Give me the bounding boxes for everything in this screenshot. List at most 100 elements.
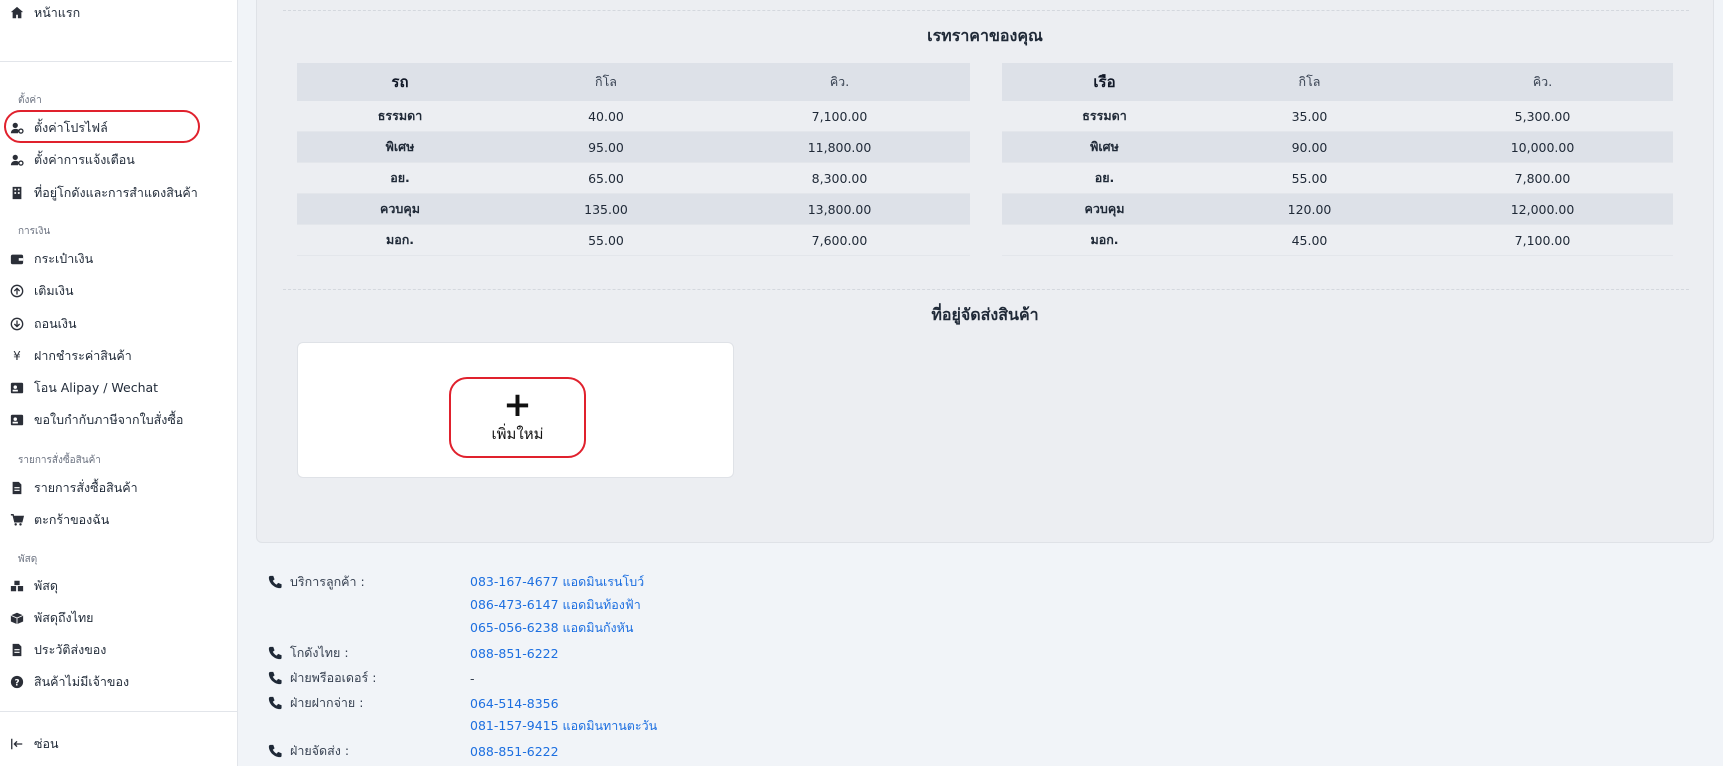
divider [0, 711, 238, 712]
table-header-row: รถ กิโล คิว. [297, 63, 970, 101]
sidebar-item-topup[interactable]: เติมเงิน [8, 278, 74, 304]
document-icon [8, 479, 26, 497]
table-header: เรือ [1002, 63, 1207, 101]
table-header: รถ [297, 63, 503, 101]
table-cell: 55.00 [503, 224, 709, 256]
table-cell: 13,800.00 [709, 193, 970, 225]
table-row: ธรรมดา 35.00 5,300.00 [1002, 101, 1673, 132]
sidebar-hide-button[interactable]: ซ่อน [8, 731, 59, 757]
table-row: อย. 65.00 8,300.00 [297, 162, 970, 194]
document-icon [8, 641, 26, 659]
table-header: กิโล [1207, 63, 1412, 101]
table-cell: 65.00 [503, 162, 709, 194]
divider [283, 10, 1689, 11]
sidebar-item-tax[interactable]: ขอใบกำกับภาษีจากใบสั่งซื้อ [8, 407, 183, 433]
table-cell: พิเศษ [1002, 131, 1207, 163]
main-card: เรทราคาของคุณ รถ กิโล คิว. ธรรมดา 40.00 7,… [256, 0, 1714, 543]
sidebar-item-cart[interactable]: ตะกร้าของฉัน [8, 507, 109, 533]
sidebar-item-label: หน้าแรก [34, 5, 81, 20]
sidebar-item-profile[interactable]: ตั้งค่าโปรไฟล์ [8, 115, 108, 141]
contact-warehouse-label: โกดังไทย : [268, 642, 349, 664]
table-cell: 7,600.00 [709, 224, 970, 256]
phone-link[interactable]: 064-514-8356 [470, 692, 559, 714]
sidebar-item-label: สินค้าไม่มีเจ้าของ [34, 674, 130, 689]
svg-text:?: ? [14, 679, 19, 689]
sidebar-item-wallet[interactable]: กระเป๋าเงิน [8, 246, 93, 272]
table-cell: 8,300.00 [709, 162, 970, 194]
phone-link[interactable]: 065-056-6238 แอดมินกังหัน [470, 617, 633, 639]
section-settings: ตั้งค่า [18, 95, 42, 106]
phone-link[interactable]: 088-851-6222 [470, 642, 559, 664]
table-cell: 120.00 [1207, 193, 1412, 225]
sidebar-item-parcel[interactable]: พัสดุ [8, 573, 58, 599]
sidebar-item-history[interactable]: ประวัติส่งของ [8, 637, 106, 663]
sidebar-item-label: ตะกร้าของฉัน [34, 512, 110, 527]
sidebar-item-label: พัสดุ [34, 578, 58, 593]
table-cell: ธรรมดา [297, 101, 503, 132]
sidebar: หน้าแรก ตั้งค่า ตั้งค่าโปรไฟล์ ตั้งค่ากา… [0, 0, 238, 766]
table-cell: มอก. [297, 224, 503, 256]
phone-link[interactable]: 081-157-9415 แอดมินทานตะวัน [470, 715, 657, 737]
table-cell: มอก. [1002, 224, 1207, 256]
arrow-down-circle-icon [8, 315, 26, 333]
question-circle-icon: ? [8, 673, 26, 691]
table-cell: 7,100.00 [709, 101, 970, 132]
sidebar-item-notifications[interactable]: ตั้งค่าการแจ้งเตือน [8, 147, 135, 173]
building-icon [8, 184, 26, 202]
sidebar-item-label: ตั้งค่าโปรไฟล์ [34, 120, 108, 135]
arrow-up-circle-icon [8, 282, 26, 300]
sidebar-item-ownerless[interactable]: ? สินค้าไม่มีเจ้าของ [8, 669, 129, 695]
table-row: ธรรมดา 40.00 7,100.00 [297, 101, 970, 132]
add-address-button[interactable]: + เพิ่มใหม่ [449, 377, 586, 458]
sidebar-item-label: ถอนเงิน [34, 316, 77, 331]
divider [0, 61, 232, 62]
table-cell: 5,300.00 [1412, 101, 1673, 132]
sidebar-item-alipay[interactable]: โอน Alipay / Wechat [8, 375, 158, 401]
add-address-label: เพิ่มใหม่ [491, 424, 544, 443]
table-header: คิว. [709, 63, 970, 101]
phone-icon [268, 696, 282, 710]
rates-title: เรทราคาของคุณ [927, 26, 1043, 45]
phone-link[interactable]: 083-167-4677 แอดมินเรนโบว์ [470, 571, 644, 593]
boxes-icon [8, 577, 26, 595]
sidebar-item-label: ตั้งค่าการแจ้งเตือน [34, 152, 135, 167]
plus-icon: + [503, 384, 532, 425]
table-row: อย. 55.00 7,800.00 [1002, 162, 1673, 194]
table-cell: พิเศษ [297, 131, 503, 163]
sidebar-item-withdraw[interactable]: ถอนเงิน [8, 311, 77, 337]
table-cell: 40.00 [503, 101, 709, 132]
table-cell: ควบคุม [1002, 193, 1207, 225]
section-parcels: พัสดุ [18, 554, 38, 565]
table-row: ควบคุม 120.00 12,000.00 [1002, 193, 1673, 225]
table-row: มอก. 55.00 7,600.00 [297, 224, 970, 256]
table-cell: 7,100.00 [1412, 224, 1673, 256]
contact-preorder-label: ฝ่ายพรีออเดอร์ : [268, 667, 376, 689]
sidebar-item-orders[interactable]: รายการสั่งซื้อสินค้า [8, 475, 138, 501]
phone-icon [268, 646, 282, 660]
sidebar-item-payment[interactable]: ¥ ฝากชำระค่าสินค้า [8, 343, 132, 369]
contact-label-text: บริการลูกค้า : [290, 574, 365, 589]
user-gear-icon [8, 119, 26, 137]
table-row: มอก. 45.00 7,100.00 [1002, 224, 1673, 256]
contact-label-text: โกดังไทย : [290, 645, 349, 660]
sidebar-item-label: ขอใบกำกับภาษีจากใบสั่งซื้อ [34, 412, 184, 427]
table-header: กิโล [503, 63, 709, 101]
sidebar-item-label: ฝากชำระค่าสินค้า [34, 348, 132, 363]
table-row: พิเศษ 90.00 10,000.00 [1002, 131, 1673, 163]
divider [283, 289, 1689, 290]
yen-icon: ¥ [13, 349, 21, 363]
user-gear-icon [8, 151, 26, 169]
shipping-box-icon [8, 609, 26, 627]
contact-label-text: ฝ่ายพรีออเดอร์ : [290, 670, 377, 685]
sidebar-item-warehouse[interactable]: ที่อยู่โกดังและการสำแดงสินค้า [8, 180, 198, 206]
sidebar-item-label: ที่อยู่โกดังและการสำแดงสินค้า [34, 185, 198, 200]
phone-icon [268, 671, 282, 685]
sidebar-item-home[interactable]: หน้าแรก [8, 0, 80, 26]
sidebar-item-label: ซ่อน [34, 736, 59, 751]
sidebar-item-parcel-thailand[interactable]: พัสดุถึงไทย [8, 605, 94, 631]
table-cell: 55.00 [1207, 162, 1412, 194]
sidebar-item-label: รายการสั่งซื้อสินค้า [34, 480, 138, 495]
phone-link[interactable]: 088-851-6222 [470, 740, 559, 762]
phone-link[interactable]: 086-473-6147 แอดมินท้องฟ้า [470, 594, 641, 616]
table-cell: 12,000.00 [1412, 193, 1673, 225]
